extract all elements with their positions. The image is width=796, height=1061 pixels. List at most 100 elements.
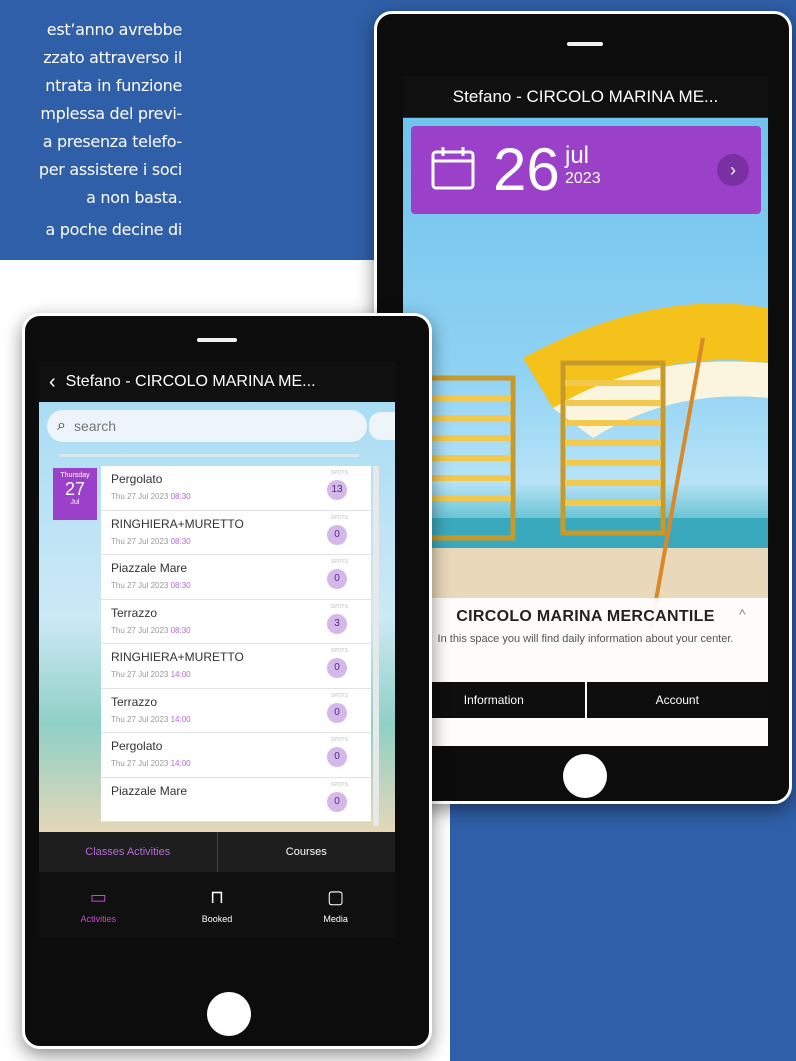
day-tile[interactable]: Thursday 27 Jul: [53, 468, 97, 520]
phone-speaker: [567, 42, 603, 46]
date-day: 26: [493, 136, 560, 203]
spots-label: SPOTS: [331, 737, 348, 743]
info-panel: CIRCOLO MARINA MERCANTILE ^ In this spac…: [403, 598, 768, 746]
info-button-row: Information Account: [403, 682, 768, 718]
activities-screen: ⌕ Thursday 27 Jul Pergolato Thu 27 Jul 20…: [39, 402, 395, 832]
next-day-button[interactable]: ›: [717, 154, 749, 186]
activity-date: Thu 27 Jul 2023: [111, 714, 169, 724]
article-line: zzato attraverso il: [43, 48, 182, 67]
activity-date: Thu 27 Jul 2023: [111, 492, 169, 501]
activity-datetime: Thu 27 Jul 2023 14:00: [111, 759, 191, 768]
spots-badge: 0: [327, 747, 347, 767]
activity-name: RINGHIERA+MURETTO: [111, 650, 244, 664]
activity-name: Pergolato: [111, 739, 163, 753]
article-line: a non basta.: [86, 188, 182, 207]
app-header: Stefano - CIRCOLO MARINA ME...: [403, 76, 768, 118]
subtab-bar: Classes Activities Courses: [39, 832, 395, 872]
activity-datetime: Thu 27 Jul 2023 08:30: [111, 626, 191, 635]
nav-booked[interactable]: ⊓ Booked: [158, 872, 277, 938]
activity-list: Pergolato Thu 27 Jul 2023 08:30 SPOTS 13 RIN…: [101, 466, 371, 822]
activity-time: 14:00: [170, 759, 191, 768]
activity-time: 14:00: [170, 670, 191, 679]
activity-date: Thu 27 Jul 2023: [111, 536, 169, 546]
home-screen: 26 jul 2023 › CIRCOLO MARINA MERCANTILE …: [403, 118, 768, 746]
day-number: 27: [64, 479, 86, 499]
day-weekday: Thursday: [60, 472, 90, 479]
activity-datetime: Thu 27 Jul 2023 08:30: [111, 537, 191, 546]
bottom-nav: ▭ Activities ⊓ Booked ▢ Media: [39, 872, 395, 938]
account-button[interactable]: Account: [586, 682, 768, 718]
activity-date: Thu 27 Jul 2023: [111, 581, 169, 590]
spots-badge: 13: [327, 480, 347, 500]
list-item[interactable]: Pergolato Thu 27 Jul 2023 14:00 SPOTS 0: [101, 733, 371, 778]
activity-time: 14:00: [170, 714, 191, 724]
nav-activities[interactable]: ▭ Activities: [39, 872, 158, 938]
nav-label: Activities: [80, 913, 117, 924]
search-icon: ⌕: [57, 417, 66, 434]
home-button[interactable]: [207, 992, 251, 1036]
activity-datetime: Thu 27 Jul 2023 14:00: [111, 715, 191, 724]
activity-name: Piazzale Mare: [111, 561, 188, 575]
bookmark-icon: ⊓: [209, 886, 225, 907]
list-item[interactable]: Piazzale Mare SPOTS 0: [101, 778, 371, 822]
spots-label: SPOTS: [331, 514, 348, 521]
nav-label: Media: [323, 913, 348, 924]
activity-datetime: Thu 27 Jul 2023 08:30: [111, 581, 191, 590]
activity-datetime: Thu 27 Jul 2023 08:30: [111, 492, 191, 501]
chevron-up-icon[interactable]: ^: [739, 606, 746, 622]
activity-time: 08:30: [170, 536, 191, 546]
article-line: a presenza telefo-: [42, 132, 182, 151]
activity-date: Thu 27 Jul 2023: [111, 759, 169, 768]
list-item[interactable]: Piazzale Mare Thu 27 Jul 2023 08:30 SPOTS 0: [101, 555, 371, 600]
activity-date: Thu 27 Jul 2023: [111, 625, 169, 635]
nav-label: Booked: [201, 913, 233, 924]
calendar-icon: [431, 147, 475, 190]
activity-name: Terrazzo: [111, 694, 158, 709]
spots-label: SPOTS: [331, 781, 348, 788]
day-month: Jul: [70, 499, 80, 506]
spots-badge: 0: [327, 569, 347, 589]
search-bar: ⌕: [47, 410, 367, 442]
spots-badge: 0: [327, 524, 347, 545]
phone-left: ‹ Stefano - CIRCOLO MARINA ME... ⌕ Thurs…: [22, 313, 432, 1049]
loading-bar: [59, 454, 359, 457]
tab-courses[interactable]: Courses: [218, 832, 396, 872]
list-item[interactable]: RINGHIERA+MURETTO Thu 27 Jul 2023 14:00 SP…: [101, 644, 371, 689]
activity-time: 08:30: [170, 492, 191, 501]
article-line: per assistere i soci: [38, 160, 182, 179]
back-icon[interactable]: ‹: [49, 371, 56, 394]
spots-badge: 0: [327, 658, 347, 678]
spots-badge: 0: [327, 702, 347, 723]
article-line: ntrata in funzione: [45, 76, 182, 95]
list-item[interactable]: Pergolato Thu 27 Jul 2023 08:30 SPOTS 13: [101, 466, 371, 511]
activity-name: Terrazzo: [111, 605, 158, 620]
scrollbar[interactable]: [373, 466, 379, 826]
phone-speaker: [197, 338, 237, 342]
header-title: Stefano - CIRCOLO MARINA ME...: [452, 86, 719, 106]
spots-label: SPOTS: [331, 692, 348, 699]
info-description: In this space you will find daily inform…: [437, 633, 734, 645]
spots-badge: 0: [327, 791, 347, 812]
header-title: Stefano - CIRCOLO MARINA ME...: [65, 373, 316, 390]
video-icon: ▢: [327, 886, 345, 907]
article-line: est’anno avrebbe: [46, 20, 182, 39]
article-text: est’anno avrebbe zzato attraverso il ntr…: [0, 0, 182, 244]
spots-badge: 3: [327, 613, 347, 634]
spots-label: SPOTS: [331, 470, 348, 476]
list-item[interactable]: RINGHIERA+MURETTO Thu 27 Jul 2023 08:30 SP…: [101, 511, 371, 555]
tab-classes-activities[interactable]: Classes Activities: [39, 832, 218, 872]
filter-button[interactable]: [369, 412, 395, 440]
list-item[interactable]: Terrazzo Thu 27 Jul 2023 08:30 SPOTS 3: [101, 600, 371, 644]
article-line: mplessa del previ-: [40, 104, 182, 123]
spots-label: SPOTS: [331, 559, 348, 565]
home-button[interactable]: [563, 754, 607, 798]
activity-name: RINGHIERA+MURETTO: [111, 516, 244, 531]
nav-media[interactable]: ▢ Media: [276, 872, 395, 938]
list-item[interactable]: Terrazzo Thu 27 Jul 2023 14:00 SPOTS 0: [101, 689, 371, 733]
phone-right: Stefano - CIRCOLO MARINA ME... 26 jul 20…: [374, 11, 792, 804]
activity-time: 08:30: [170, 625, 191, 635]
article-line: a poche decine di: [45, 220, 182, 239]
search-input[interactable]: [73, 418, 334, 434]
app-header: ‹ Stefano - CIRCOLO MARINA ME...: [39, 362, 395, 402]
calendar-icon: ▭: [89, 886, 107, 907]
